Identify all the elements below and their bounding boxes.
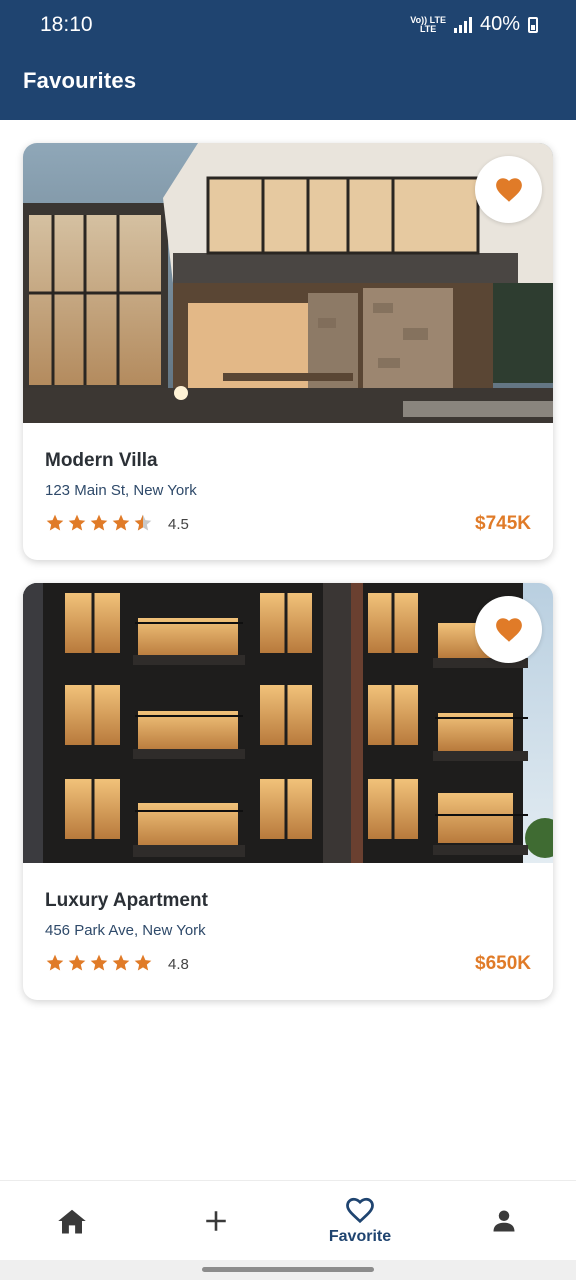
listing-title: Luxury Apartment	[45, 890, 208, 911]
rating-value: 4.5	[168, 516, 189, 533]
favorite-button[interactable]	[475, 156, 542, 223]
heart-outline-icon	[346, 1197, 374, 1224]
app-header: 18:10 Vo)) LTE LTE 40% Favourites	[0, 0, 576, 120]
nav-add[interactable]	[144, 1181, 288, 1261]
heart-filled-icon	[495, 618, 522, 642]
star-half-icon	[134, 514, 152, 531]
star-icon	[90, 954, 108, 971]
home-indicator[interactable]	[202, 1267, 374, 1272]
heart-filled-icon	[495, 178, 522, 202]
star-icon	[46, 514, 64, 531]
person-icon	[493, 1210, 515, 1232]
network-lte: LTE	[419, 23, 437, 34]
star-icon	[68, 514, 86, 531]
signal-icon	[453, 16, 472, 33]
gesture-area	[0, 1260, 576, 1280]
star-rating	[45, 513, 153, 533]
listing-price: $650K	[475, 953, 531, 974]
star-icon	[68, 954, 86, 971]
listing-title: Modern Villa	[45, 450, 158, 471]
page-title: Favourites	[23, 68, 137, 93]
nav-favorite-label: Favorite	[328, 1228, 392, 1245]
plus-icon	[206, 1211, 226, 1231]
battery-icon	[528, 16, 538, 33]
star-icon	[112, 954, 130, 971]
star-icon	[46, 954, 64, 971]
listing-address: 456 Park Ave, New York	[45, 922, 206, 939]
battery-percent: 40%	[479, 13, 520, 35]
status-icons: Vo)) LTE LTE 40%	[410, 13, 538, 36]
rating-value: 4.8	[168, 956, 189, 973]
listing-image	[23, 583, 553, 863]
listing-image	[23, 143, 553, 423]
star-rating	[45, 953, 153, 973]
listing-price: $745K	[475, 513, 531, 534]
star-icon	[90, 514, 108, 531]
status-time: 18:10	[40, 13, 93, 36]
listing-card[interactable]: Modern Villa 123 Main St, New York 4.5 $…	[23, 143, 553, 560]
listing-address: 123 Main St, New York	[45, 482, 197, 499]
bottom-navigation: Favorite	[0, 1180, 576, 1260]
favorite-button[interactable]	[475, 596, 542, 663]
home-icon	[58, 1209, 86, 1234]
network-indicator: Vo)) LTE LTE	[410, 15, 446, 34]
listing-card[interactable]: Luxury Apartment 456 Park Ave, New York …	[23, 583, 553, 1000]
nav-home[interactable]	[0, 1181, 144, 1261]
star-icon	[134, 954, 152, 971]
nav-favorite[interactable]: Favorite	[288, 1181, 432, 1261]
star-icon	[112, 514, 130, 531]
nav-profile[interactable]	[432, 1181, 576, 1261]
